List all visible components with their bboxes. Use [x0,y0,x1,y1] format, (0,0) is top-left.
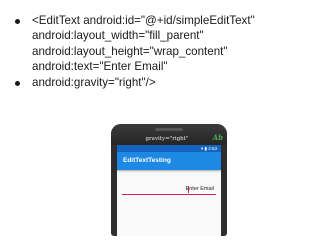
status-icons: ▾ ▮ 2:53 [201,146,217,151]
code-line: android:gravity="right"/> [32,75,156,89]
brand-logo: Ab [212,133,223,142]
app-title: EditTextTesting [123,157,171,164]
status-bar: ▾ ▮ 2:53 [117,145,221,152]
phone-screenshot: gravity="right" Ab ▾ ▮ 2:53 EditTextTest… [111,124,227,236]
code-line: android:text="Enter Email" [32,60,168,74]
phone-screen: ▾ ▮ 2:53 EditTextTesting Enter Email [117,145,221,236]
phone-top-bezel: gravity="right" Ab [111,124,227,145]
edit-text-field[interactable]: Enter Email [122,183,216,195]
slide-bullet-list: <EditText android:id="@+id/simpleEditTex… [10,13,315,90]
bullet-dot-icon [15,80,20,86]
code-line: android:layout_height="wrap_content" [32,44,228,58]
bullet-dot-icon [15,19,20,24]
screenshot-caption: gravity="right" [145,136,189,142]
code-line: <EditText android:id="@+id/simpleEditTex… [32,14,255,27]
code-line: android:layout_width="fill_parent" [32,29,204,43]
bullet-edittext-declaration: <EditText android:id="@+id/simpleEditTex… [10,13,315,75]
speaker-icon [155,128,183,131]
app-bar: EditTextTesting [117,152,221,170]
bullet-gravity-attribute: android:gravity="right"/> [10,75,315,90]
edit-text-value: Enter Email [185,186,214,192]
